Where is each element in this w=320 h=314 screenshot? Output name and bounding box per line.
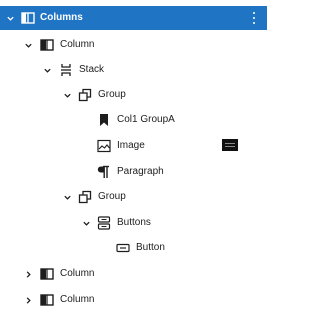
tree-item-label: Button: [136, 242, 165, 253]
tree-item-label: Group: [98, 191, 126, 202]
tree-item-label: Image: [117, 140, 145, 151]
chevron-down-icon[interactable]: [23, 40, 33, 50]
chevron-down-icon[interactable]: [5, 13, 15, 23]
tree-item-col1-groupa[interactable]: Col1 GroupA: [0, 108, 267, 132]
tree-item-column[interactable]: Column: [0, 33, 267, 57]
tree-item-label: Group: [98, 89, 126, 100]
tree-item-label: Column: [60, 39, 95, 50]
tree-item-group[interactable]: Group: [0, 83, 267, 107]
bookmark-icon: [97, 113, 111, 127]
columns-icon: [21, 11, 35, 25]
tree-item-label: Column: [60, 294, 95, 305]
tree-item-label: Paragraph: [117, 166, 164, 177]
button-icon: [116, 241, 130, 255]
chevron-right-icon[interactable]: [23, 269, 33, 279]
chevron-down-icon[interactable]: [62, 90, 72, 100]
tree-item-buttons[interactable]: Buttons: [0, 211, 267, 235]
tree-item-group[interactable]: Group: [0, 185, 267, 209]
stack-icon: [59, 63, 73, 77]
tree-item-button[interactable]: Button: [0, 236, 267, 260]
tree-item-column[interactable]: Column: [0, 262, 267, 286]
image-thumbnail: [222, 139, 238, 151]
chevron-down-icon[interactable]: [62, 192, 72, 202]
chevron-down-icon[interactable]: [42, 65, 52, 75]
tree-item-label: Columns: [40, 12, 83, 23]
column-icon: [40, 293, 54, 307]
tree-item-label: Buttons: [117, 217, 151, 228]
tree-item-paragraph[interactable]: Paragraph: [0, 160, 267, 184]
buttons-icon: [97, 216, 111, 230]
column-icon: [40, 267, 54, 281]
tree-item-columns[interactable]: Columns: [0, 6, 267, 30]
group-icon: [78, 190, 92, 204]
tree-item-label: Stack: [79, 64, 105, 75]
paragraph-icon: [97, 165, 111, 179]
chevron-right-icon[interactable]: [23, 295, 33, 305]
tree-item-label: Column: [60, 268, 95, 279]
tree-item-stack[interactable]: Stack: [0, 58, 267, 82]
more-options-icon[interactable]: [251, 12, 257, 24]
group-icon: [78, 88, 92, 102]
tree-item-label: Col1 GroupA: [117, 114, 175, 125]
column-icon: [40, 38, 54, 52]
image-icon: [97, 139, 111, 153]
tree-item-column[interactable]: Column: [0, 288, 267, 312]
chevron-down-icon[interactable]: [81, 218, 91, 228]
